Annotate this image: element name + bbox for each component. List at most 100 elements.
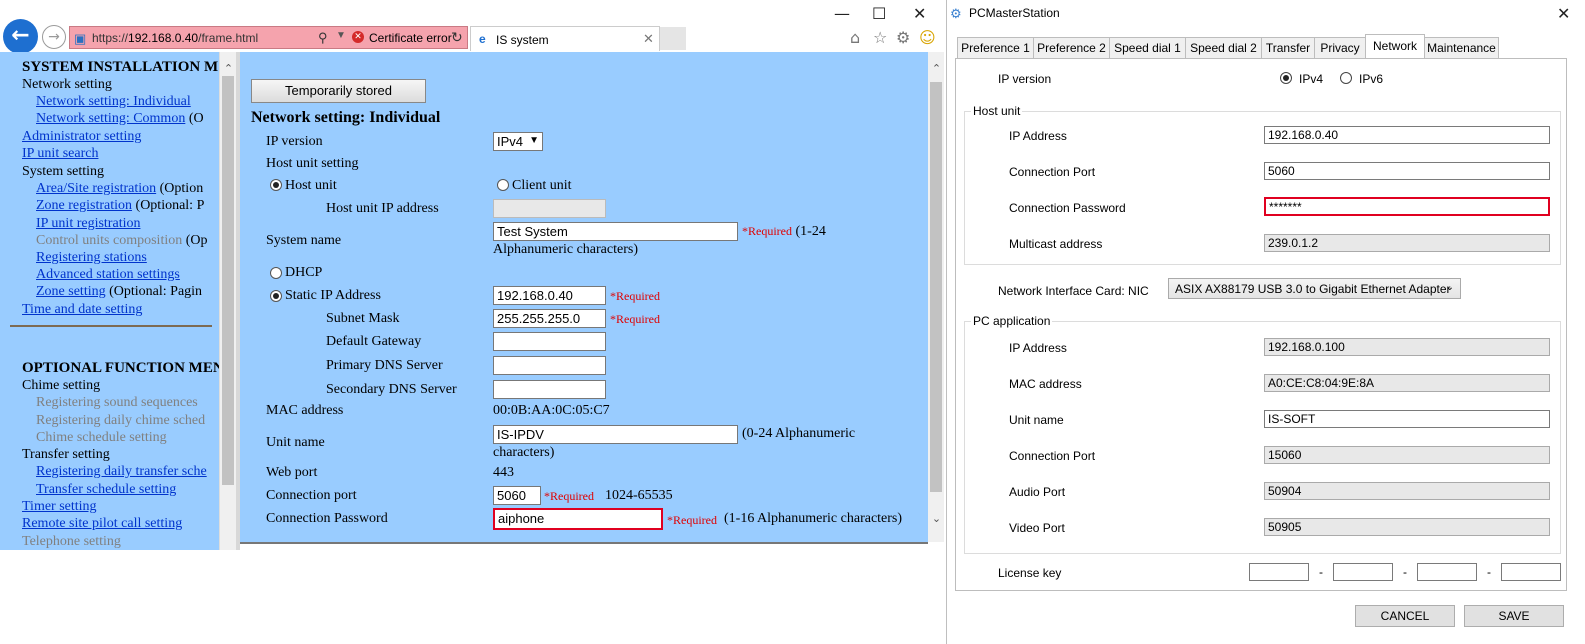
host-unit-ip-input (493, 199, 606, 218)
license-key-part-1[interactable] (1249, 563, 1309, 581)
client-unit-radio[interactable] (497, 179, 509, 191)
nav-link-daily-transfer[interactable]: Registering daily transfer sche (36, 464, 207, 480)
system-name-input[interactable]: Test System (493, 222, 738, 241)
nav-link-ip-unit-registration[interactable]: IP unit registration (36, 216, 140, 232)
license-key-part-3[interactable] (1417, 563, 1477, 581)
static-ip-input[interactable]: 192.168.0.40 (493, 286, 606, 305)
minimize-icon[interactable]: — (834, 4, 850, 23)
tab-transfer[interactable]: Transfer (1261, 37, 1315, 59)
subnet-mask-input[interactable]: 255.255.255.0 (493, 309, 606, 328)
unit-name-hint: (0-24 Alphanumeric (742, 426, 856, 441)
license-key-part-2[interactable] (1333, 563, 1393, 581)
license-key-part-4[interactable] (1501, 563, 1561, 581)
nav-link-area-site[interactable]: Area/Site registration (36, 181, 156, 196)
cancel-button[interactable]: CANCEL (1355, 605, 1455, 627)
forward-arrow-icon[interactable]: → (42, 25, 66, 49)
unit-name-input[interactable]: IS-IPDV (493, 425, 738, 444)
close-tab-icon[interactable]: ✕ (643, 31, 654, 47)
scroll-up-icon[interactable]: ⌃ (220, 62, 237, 75)
required-marker: *Required (610, 289, 660, 303)
secondary-dns-input[interactable] (493, 380, 606, 399)
nav-link-ip-unit-search[interactable]: IP unit search (22, 146, 98, 162)
ipv4-radio[interactable] (1280, 72, 1292, 84)
scroll-up-icon[interactable]: ⌃ (928, 62, 945, 75)
nav-link-zone-registration[interactable]: Zone registration (36, 198, 132, 213)
scroll-thumb[interactable] (930, 82, 942, 492)
optional-note: (Optional: Pagin (109, 284, 203, 299)
nav-link-registering-stations[interactable]: Registering stations (36, 250, 147, 266)
tab-maintenance[interactable]: Maintenance (1424, 37, 1499, 59)
browser-tab[interactable]: e IS system ✕ (470, 26, 660, 51)
new-tab-button[interactable] (660, 27, 686, 50)
nav-link-advanced-station[interactable]: Advanced station settings (36, 267, 180, 283)
nav-link-remote-site[interactable]: Remote site pilot call setting (22, 516, 182, 532)
nav-link-transfer-schedule[interactable]: Transfer schedule setting (36, 482, 176, 498)
connection-password-hint: (1-16 Alphanumeric characters) (724, 511, 903, 526)
tab-preference-1[interactable]: Preference 1 (957, 37, 1034, 59)
static-ip-radio[interactable] (270, 290, 282, 302)
save-button[interactable]: SAVE (1464, 605, 1564, 627)
certificate-error-icon[interactable]: ✕ (352, 31, 364, 43)
nav-link-timer-setting[interactable]: Timer setting (22, 499, 97, 515)
nav-link-administrator[interactable]: Administrator setting (22, 129, 141, 145)
refresh-icon[interactable]: ↻ (451, 29, 463, 46)
maximize-icon[interactable]: ☐ (872, 4, 886, 23)
tab-privacy[interactable]: Privacy (1314, 37, 1366, 59)
host-unit-radio[interactable] (270, 179, 282, 191)
tab-network[interactable]: Network (1365, 34, 1425, 59)
default-gateway-input[interactable] (493, 332, 606, 351)
close-window-icon[interactable]: ✕ (1557, 4, 1570, 23)
connection-password-input[interactable]: aiphone (493, 508, 663, 530)
scroll-thumb[interactable] (222, 76, 234, 485)
transfer-setting-label: Transfer setting (22, 447, 110, 462)
temporarily-stored-button[interactable]: Temporarily stored (251, 79, 426, 103)
connection-port-input[interactable]: 5060 (493, 486, 541, 505)
scroll-down-icon[interactable]: ⌄ (928, 512, 945, 525)
certificate-error-text[interactable]: Certificate error (369, 31, 452, 45)
address-bar[interactable]: ▣ https://192.168.0.40/frame.html ⚲ ▼ ✕ … (69, 26, 468, 49)
subnet-mask-label: Subnet Mask (326, 311, 400, 326)
close-window-icon[interactable]: ✕ (913, 4, 926, 23)
gear-icon[interactable]: ⚙ (896, 28, 910, 47)
network-setting-label: Network setting (22, 77, 112, 92)
home-icon[interactable]: ⌂ (850, 28, 860, 47)
host-password-input[interactable]: ******* (1264, 197, 1550, 216)
host-ip-input[interactable]: 192.168.0.40 (1264, 126, 1550, 144)
nav-link-time-date[interactable]: Time and date setting (22, 302, 142, 318)
tab-title: IS system (496, 33, 549, 47)
ipv4-label: IPv4 (1299, 72, 1324, 86)
required-marker: *Required (610, 312, 660, 326)
url-text: https://192.168.0.40/frame.html (92, 31, 259, 45)
audio-port-field: 50904 (1264, 482, 1550, 500)
nav-link-zone-setting[interactable]: Zone setting (36, 284, 106, 299)
ip-version-select[interactable]: IPv4 ▼ (493, 132, 543, 151)
optional-note: (O (188, 111, 204, 126)
host-port-input[interactable]: 5060 (1264, 162, 1550, 180)
nic-dropdown[interactable]: ASIX AX88179 USB 3.0 to Gigabit Ethernet… (1168, 278, 1461, 299)
primary-dns-input[interactable] (493, 356, 606, 375)
smiley-feedback-icon[interactable]: ☺ (919, 28, 936, 47)
nav-control-units-disabled: Control units composition (36, 233, 183, 248)
unit-name-input[interactable]: IS-SOFT (1264, 410, 1550, 428)
nav-link-network-common[interactable]: Network setting: Common (36, 111, 185, 126)
dhcp-radio[interactable] (270, 267, 282, 279)
required-marker: *Required (667, 513, 717, 527)
nav-link-network-individual[interactable]: Network setting: Individual (36, 94, 191, 110)
ipv6-radio[interactable] (1340, 72, 1352, 84)
video-port-label: Video Port (1009, 521, 1065, 535)
window-title: PCMasterStation (969, 6, 1060, 20)
web-port-value: 443 (493, 465, 514, 480)
tab-speed-dial-2[interactable]: Speed dial 2 (1185, 37, 1262, 59)
favorites-star-icon[interactable]: ☆ (873, 28, 887, 47)
host-unit-setting-label: Host unit setting (266, 156, 359, 171)
host-port-label: Connection Port (1009, 165, 1096, 179)
system-name-hint-2: Alphanumeric characters) (493, 242, 638, 257)
host-unit-group: Host unit IP Address 192.168.0.40 Connec… (964, 104, 1561, 265)
back-arrow-icon[interactable]: ← (3, 19, 38, 54)
tab-preference-2[interactable]: Preference 2 (1033, 37, 1110, 59)
tab-speed-dial-1[interactable]: Speed dial 1 (1109, 37, 1186, 59)
main-frame-scrollbar[interactable]: ⌃ ⌄ (928, 52, 944, 542)
chevron-down-icon[interactable]: ▼ (336, 30, 346, 41)
left-frame-scrollbar[interactable]: ⌃ (219, 52, 236, 550)
search-icon[interactable]: ⚲ (318, 30, 328, 46)
